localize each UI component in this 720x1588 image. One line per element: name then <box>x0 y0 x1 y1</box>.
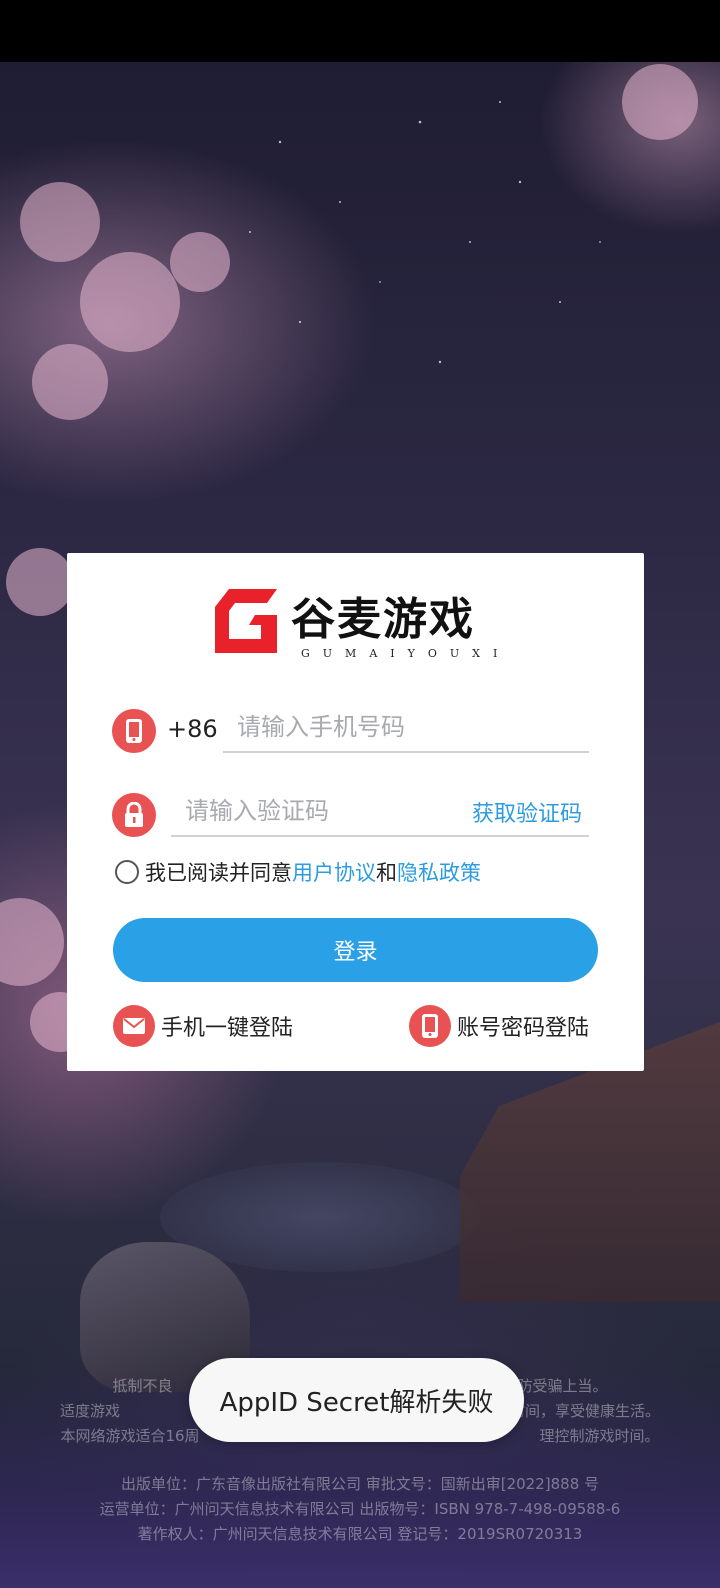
user-agreement-link[interactable]: 用户协议 <box>292 857 376 887</box>
privacy-policy-link[interactable]: 隐私政策 <box>397 857 481 887</box>
gumai-logo-icon <box>215 589 277 653</box>
phone-icon <box>112 709 156 753</box>
health-notice-3b: 理控制游戏时间。 <box>539 1427 660 1445</box>
brand-subtitle: GUMAIYOUXI <box>301 647 511 660</box>
error-toast: AppID Secret解析失败 <box>189 1358 524 1442</box>
health-notice-2a: 适度游戏 <box>59 1402 120 1420</box>
copyright-info: 著作权人：广州问天信息技术有限公司 登记号：2019SR0720313 <box>137 1525 583 1543</box>
status-bar <box>0 0 720 62</box>
health-notice-1a: 抵制不良 <box>112 1377 173 1395</box>
get-code-button[interactable]: 获取验证码 <box>472 796 582 828</box>
lock-icon <box>112 793 156 837</box>
login-button[interactable]: 登录 <box>113 918 598 982</box>
one-tap-phone-login-label: 手机一键登陆 <box>161 1016 294 1041</box>
brand-logo: 谷麦游戏 GUMAIYOUXI <box>215 585 505 665</box>
mail-icon <box>113 1005 155 1047</box>
agree-prefix: 我已阅读并同意 <box>145 861 292 885</box>
country-code[interactable]: +86 <box>167 715 218 743</box>
publisher-info: 出版单位：广东音像出版社有限公司 审批文号：国新出审[2022]888 号 <box>120 1475 600 1493</box>
one-tap-phone-login[interactable]: 手机一键登陆 <box>113 1005 293 1047</box>
brand-name: 谷麦游戏 <box>291 594 475 645</box>
agreement-row: 我已阅读并同意 用户协议 和 隐私政策 <box>115 857 481 887</box>
agree-checkbox[interactable] <box>115 860 139 884</box>
phone-input[interactable] <box>223 703 589 753</box>
account-password-login[interactable]: 账号密码登陆 <box>409 1005 589 1047</box>
phone-icon <box>409 1005 451 1047</box>
login-card: 谷麦游戏 GUMAIYOUXI +86 获取验证码 我已阅读并同意 用户协议 和… <box>67 553 644 1071</box>
operator-info: 运营单位：广州问天信息技术有限公司 出版物号：ISBN 978-7-498-09… <box>99 1500 621 1518</box>
account-password-login-label: 账号密码登陆 <box>457 1016 590 1041</box>
agree-and: 和 <box>376 861 397 885</box>
health-notice-3a: 本网络游戏适合16周 <box>60 1427 200 1445</box>
